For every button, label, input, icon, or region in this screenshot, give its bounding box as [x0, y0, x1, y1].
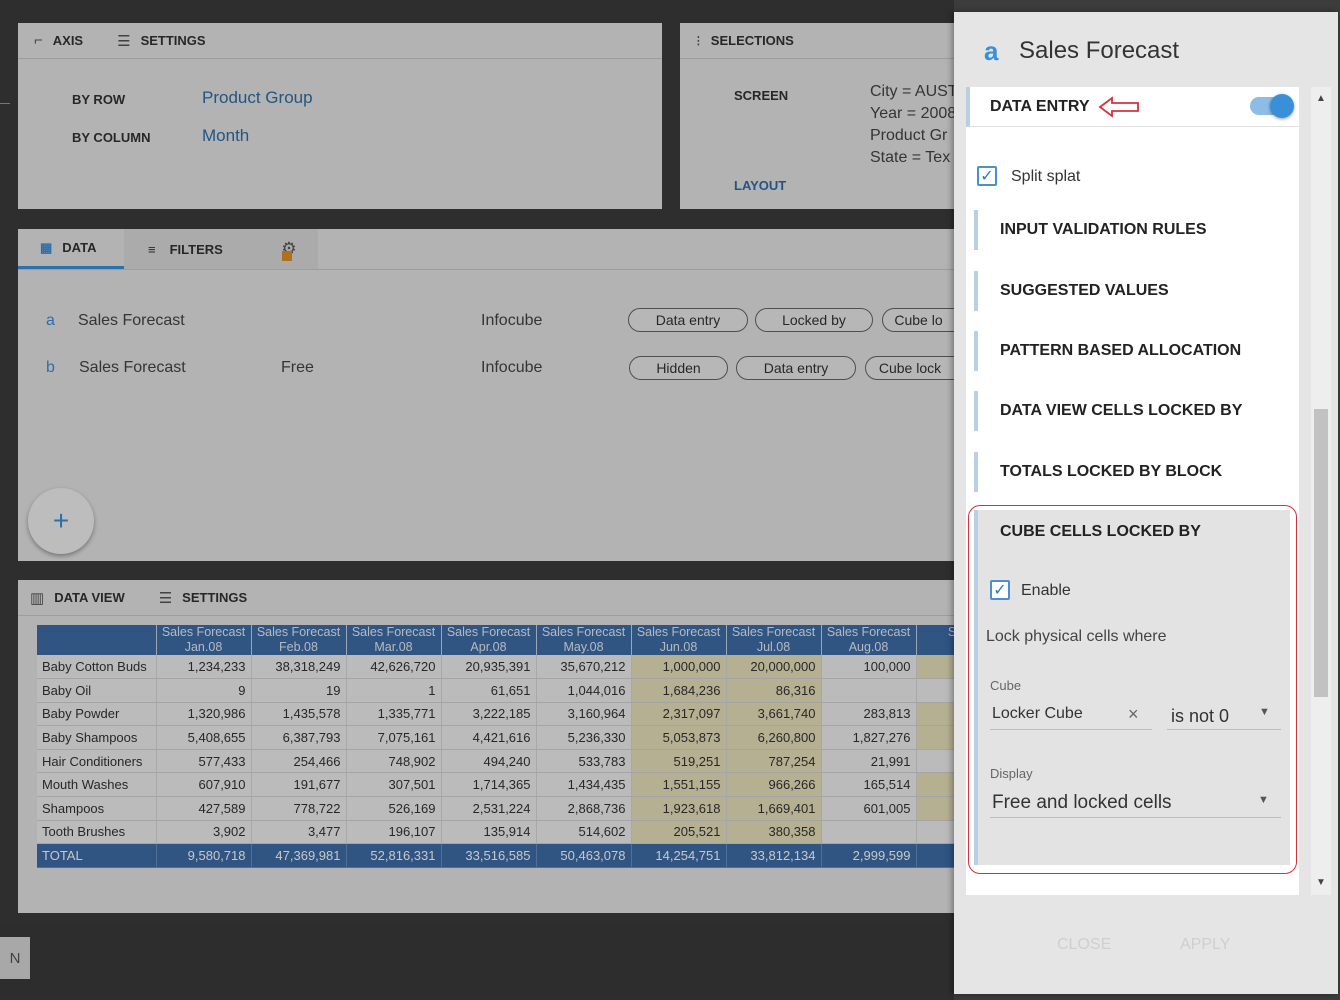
apply-button[interactable]: APPLY: [1180, 936, 1230, 954]
sidebar-title: Sales Forecast: [1019, 37, 1180, 64]
sidebar-letter: a: [984, 36, 999, 66]
sidebar-section-totals-locked[interactable]: TOTALS LOCKED BY BLOCK: [974, 452, 1280, 492]
scrollbar-thumb[interactable]: [1314, 409, 1328, 697]
scroll-up-icon[interactable]: ▲: [1316, 93, 1326, 104]
arrow-left-icon: [1098, 95, 1139, 118]
scrollbar-track[interactable]: ▲ ▼: [1311, 87, 1331, 895]
scroll-down-icon[interactable]: ▼: [1316, 877, 1326, 888]
data-entry-toggle[interactable]: [1250, 94, 1294, 118]
close-button[interactable]: CLOSE: [1057, 936, 1111, 954]
section-label: INPUT VALIDATION RULES: [1000, 221, 1207, 238]
data-entry-section[interactable]: DATA ENTRY: [966, 87, 1299, 127]
sidebar-section-data-view-locked[interactable]: DATA VIEW CELLS LOCKED BY: [974, 391, 1280, 431]
modal-overlay: [0, 0, 954, 1000]
section-label: TOTALS LOCKED BY BLOCK: [1000, 463, 1223, 480]
sidebar-section-input-validation[interactable]: INPUT VALIDATION RULES: [974, 210, 1280, 250]
section-label: DATA VIEW CELLS LOCKED BY: [1000, 402, 1243, 419]
data-entry-title: DATA ENTRY: [990, 97, 1090, 115]
sidebar-section-pattern-allocation[interactable]: PATTERN BASED ALLOCATION: [974, 331, 1280, 371]
highlight-box: [968, 505, 1297, 874]
split-splat-label: Split splat: [1011, 168, 1081, 185]
toggle-knob: [1270, 94, 1294, 118]
section-label: SUGGESTED VALUES: [1000, 282, 1169, 299]
split-splat-checkbox[interactable]: ✓: [977, 166, 997, 186]
sidebar-section-suggested-values[interactable]: SUGGESTED VALUES: [974, 271, 1280, 311]
section-label: PATTERN BASED ALLOCATION: [1000, 342, 1242, 359]
